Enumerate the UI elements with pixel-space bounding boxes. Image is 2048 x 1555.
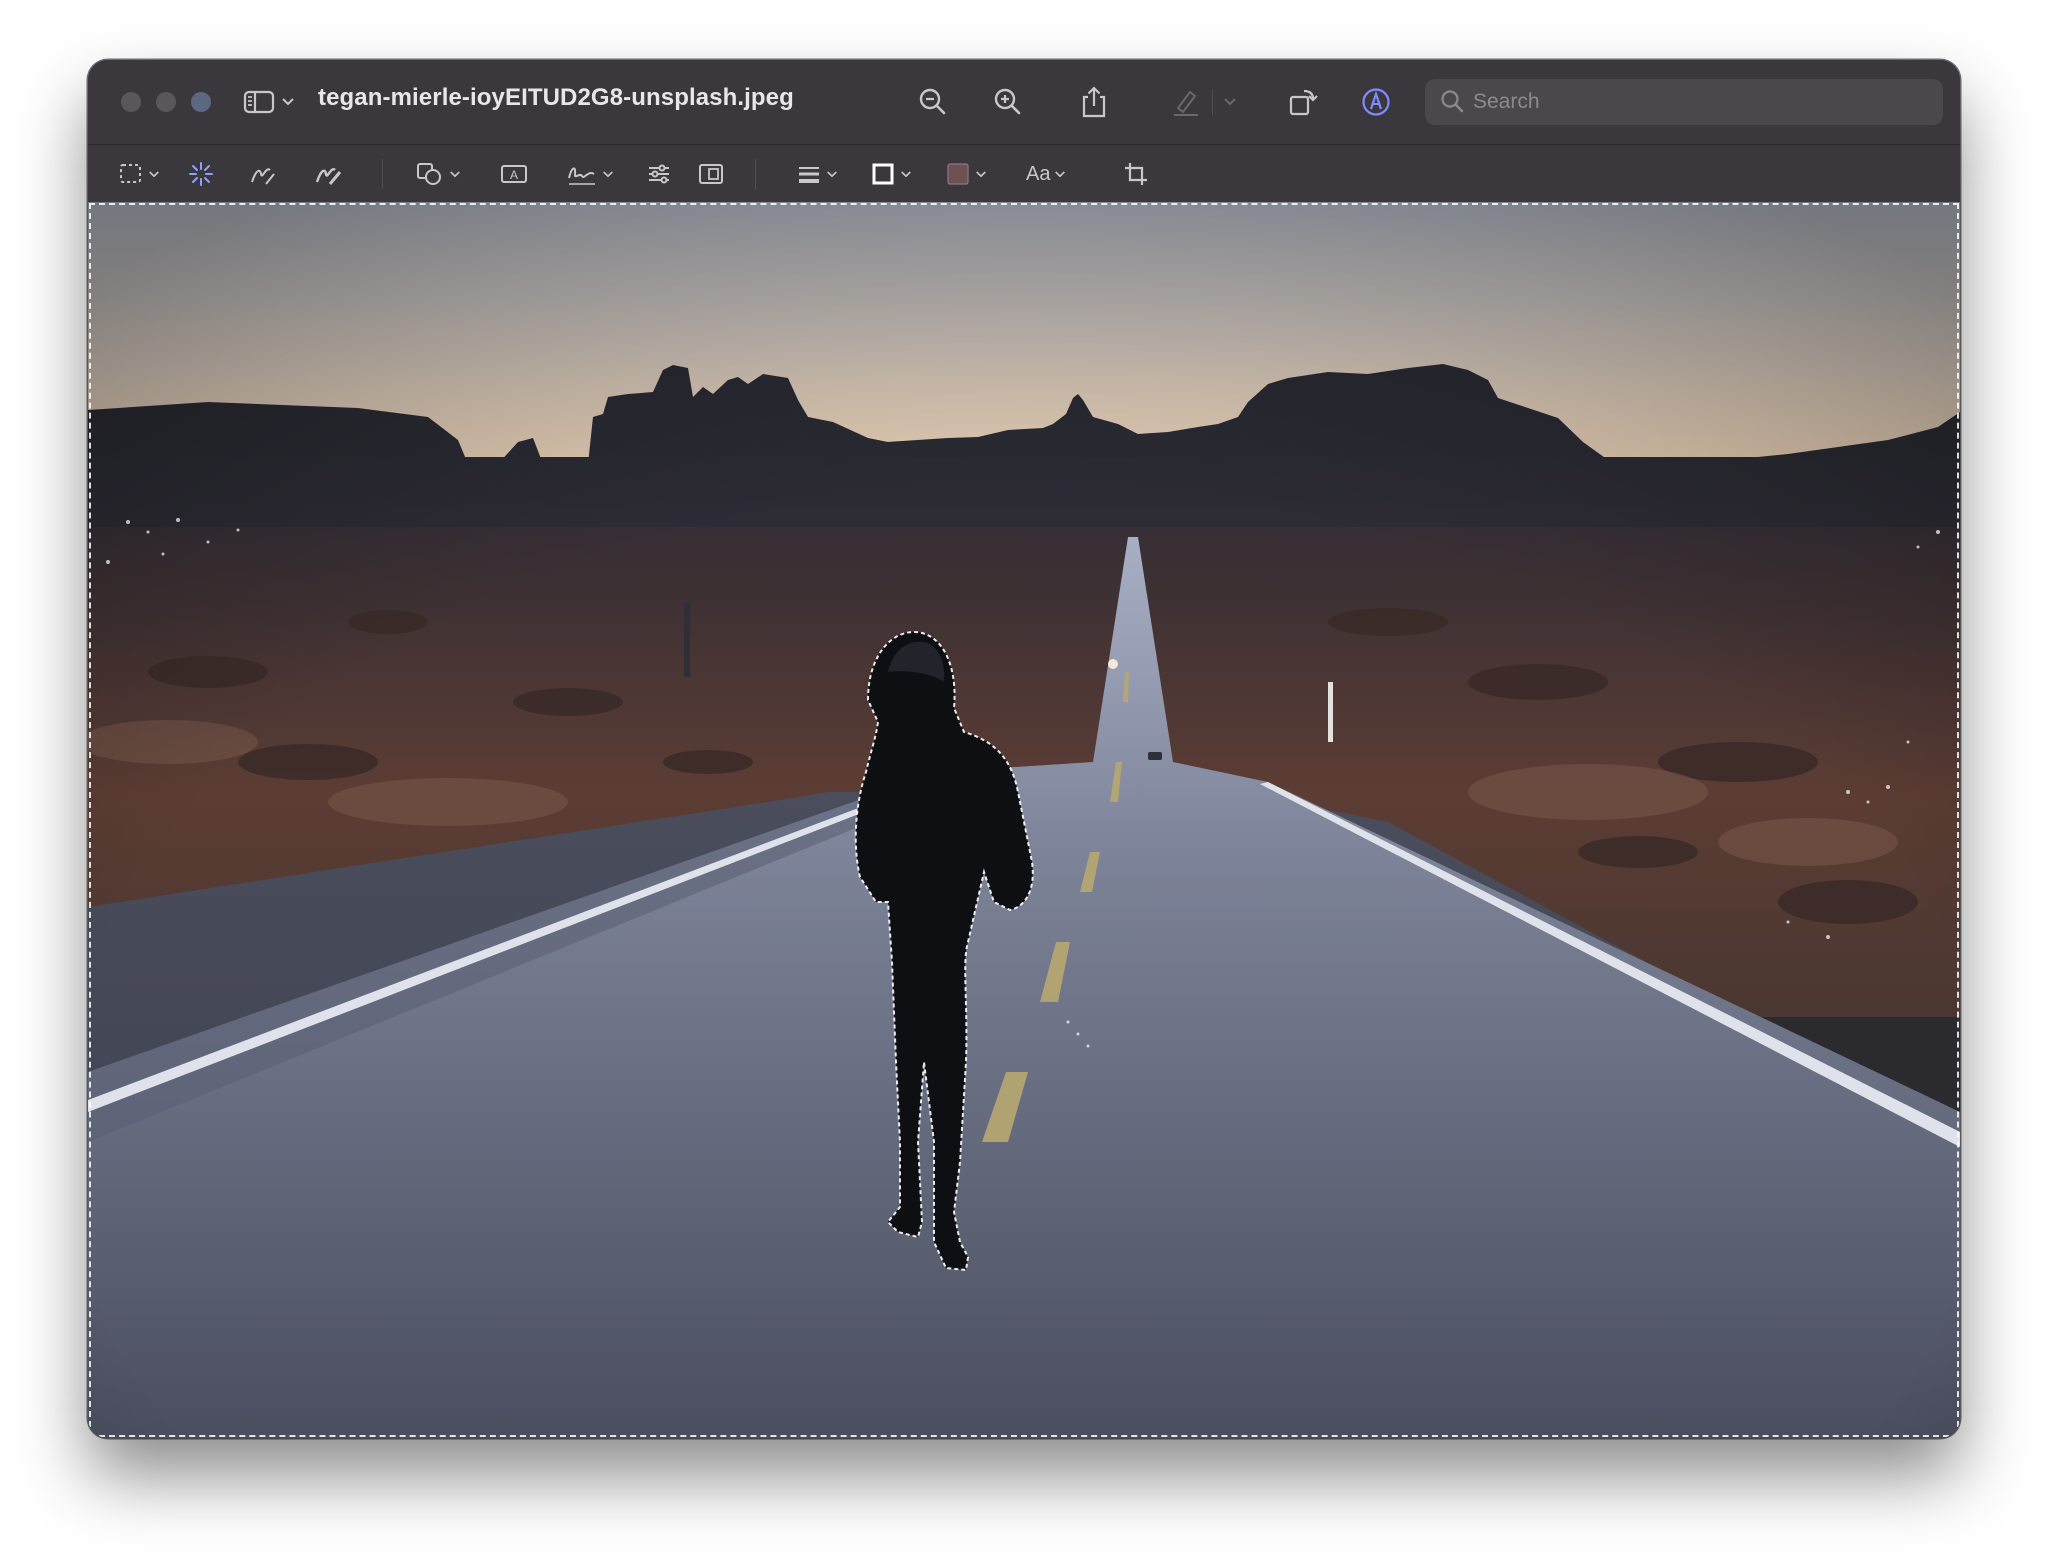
- zoom-out-icon: [919, 88, 946, 115]
- chevron-down-icon: [1055, 170, 1066, 177]
- text-box-button[interactable]: A: [499, 157, 529, 191]
- zoom-out-button[interactable]: [913, 82, 953, 122]
- chevron-down-icon: [603, 170, 613, 177]
- shapes-icon: [417, 163, 441, 185]
- adjust-size-button[interactable]: [697, 157, 725, 191]
- search-icon: [1441, 90, 1464, 113]
- draw-icon: [315, 168, 342, 185]
- adjust-color-button[interactable]: [645, 157, 673, 191]
- selection-tool-button[interactable]: [118, 157, 160, 191]
- markup-icon: [1362, 88, 1390, 116]
- share-button[interactable]: [1074, 82, 1114, 122]
- chevron-down-icon: [901, 170, 911, 177]
- share-icon: [1082, 86, 1106, 118]
- rotate-icon: [1289, 89, 1318, 116]
- crop-button[interactable]: [1123, 157, 1149, 191]
- text-style-icon: Aa: [1026, 162, 1051, 185]
- text-style-button[interactable]: Aa: [1026, 157, 1066, 191]
- search-field[interactable]: [1425, 79, 1943, 125]
- text-box-icon: A: [501, 165, 527, 183]
- markup-toolbar: A Aa: [88, 144, 1960, 203]
- adjust-size-icon: [699, 164, 723, 184]
- adjust-color-icon: [649, 164, 669, 184]
- draw-button[interactable]: [313, 157, 343, 191]
- shapes-button[interactable]: [415, 157, 461, 191]
- title-bar: tegan-mierle-ioyEITUD2G8-unsplash.jpeg: [88, 60, 1960, 144]
- fill-color-button[interactable]: [945, 157, 987, 191]
- highlight-icon: [1174, 90, 1198, 116]
- chevron-down-icon: [149, 170, 159, 177]
- markup-button[interactable]: [1356, 82, 1396, 122]
- toolbar-separator: [382, 159, 383, 189]
- toolbar-separator: [755, 159, 756, 189]
- rotate-button[interactable]: [1283, 82, 1323, 122]
- chevron-down-icon: [1224, 98, 1236, 106]
- highlight-button[interactable]: [1170, 82, 1240, 122]
- crop-icon: [1125, 163, 1147, 185]
- preview-window: tegan-mierle-ioyEITUD2G8-unsplash.jpeg S…: [88, 60, 1960, 1438]
- sidebar-toggle-button[interactable]: [243, 86, 299, 118]
- minimize-button[interactable]: [156, 92, 176, 112]
- zoom-button[interactable]: [191, 92, 211, 112]
- document-photo: [88, 202, 1960, 1438]
- window-controls: [121, 92, 211, 112]
- zoom-in-button[interactable]: [988, 82, 1028, 122]
- border-color-button[interactable]: [870, 157, 912, 191]
- line-style-button[interactable]: [796, 157, 838, 191]
- chevron-down-icon: [976, 170, 986, 177]
- sidebar-icon: [243, 90, 275, 114]
- window-title: tegan-mierle-ioyEITUD2G8-unsplash.jpeg: [318, 84, 794, 111]
- chevron-down-icon: [282, 98, 294, 106]
- instant-alpha-icon: [189, 162, 213, 186]
- chevron-down-icon: [450, 170, 460, 177]
- line-style-icon: [799, 167, 819, 183]
- chevron-down-icon: [827, 170, 837, 177]
- close-button[interactable]: [121, 92, 141, 112]
- svg-text:A: A: [510, 168, 518, 182]
- sign-icon: [568, 167, 595, 185]
- zoom-in-icon: [994, 88, 1021, 115]
- search-input[interactable]: [1467, 89, 1915, 115]
- sketch-icon: [251, 168, 275, 185]
- sign-button[interactable]: [566, 157, 614, 191]
- instant-alpha-button[interactable]: [187, 157, 215, 191]
- sketch-button[interactable]: [248, 157, 278, 191]
- image-canvas[interactable]: [88, 202, 1960, 1438]
- fill-color-icon: [947, 163, 969, 185]
- border-color-icon: [872, 163, 894, 185]
- rect-select-icon: [120, 164, 141, 183]
